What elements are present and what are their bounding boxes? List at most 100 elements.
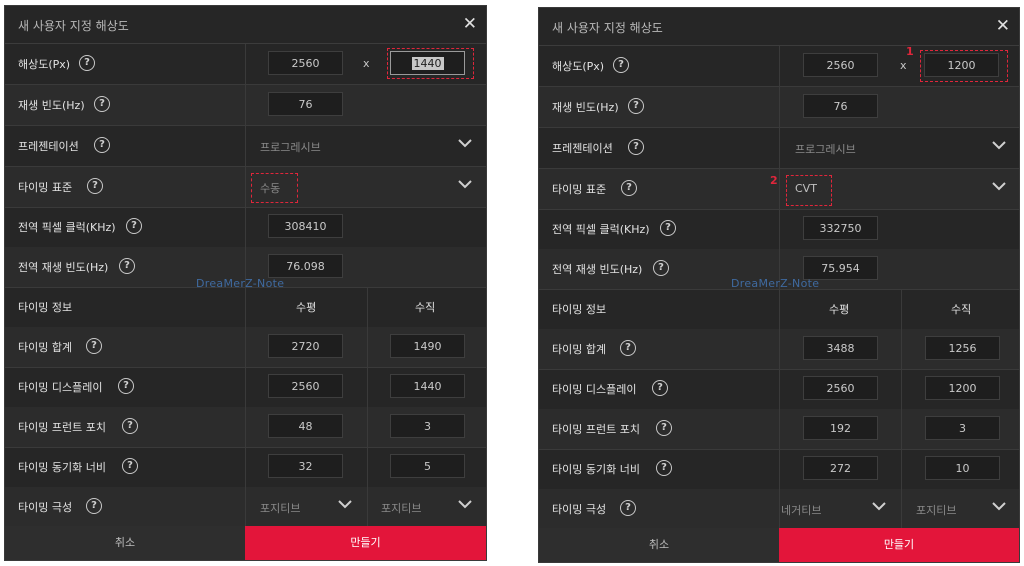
display-horizontal-input[interactable]: 2560 [803, 376, 878, 400]
cancel-button[interactable]: 취소 [5, 526, 245, 560]
timing-display-row: 타이밍 디스플레이 ? 2560 1200 [539, 369, 1019, 410]
help-icon[interactable]: ? [126, 218, 142, 234]
dialog-titlebar: 새 사용자 지정 해상도 ✕ [5, 6, 486, 44]
create-button[interactable]: 만들기 [245, 526, 486, 560]
times-sign: x [363, 57, 370, 70]
create-button[interactable]: 만들기 [779, 528, 1019, 562]
chevron-down-icon[interactable] [456, 134, 474, 152]
polarity-label: 타이밍 극성 [18, 501, 73, 514]
help-icon[interactable]: ? [87, 178, 103, 194]
help-icon[interactable]: ? [628, 98, 644, 114]
timing-info-label: 타이밍 정보 [18, 301, 73, 314]
annotation-box [251, 173, 298, 203]
vertical-header: 수직 [951, 303, 972, 316]
horizontal-header: 수평 [829, 303, 850, 316]
annotation-box [786, 175, 832, 206]
chevron-down-icon[interactable] [870, 497, 888, 515]
help-icon[interactable]: ? [653, 260, 669, 276]
front-porch-label: 타이밍 프런트 포치 [552, 423, 640, 436]
sync-width-vertical-input[interactable]: 5 [390, 454, 465, 478]
chevron-down-icon[interactable] [990, 497, 1008, 515]
sync-width-horizontal-input[interactable]: 272 [803, 456, 878, 480]
help-icon[interactable]: ? [119, 258, 135, 274]
global-refresh-row: 전역 재생 빈도(Hz) ? 75.954 DreaMerZ-Note [539, 249, 1019, 290]
timing-info-row: 타이밍 정보 수평 수직 [5, 287, 486, 328]
close-icon[interactable]: ✕ [996, 16, 1010, 36]
help-icon[interactable]: ? [621, 180, 637, 196]
help-icon[interactable]: ? [656, 420, 672, 436]
total-vertical-input[interactable]: 1490 [390, 334, 465, 358]
help-icon[interactable]: ? [613, 57, 629, 73]
refresh-input[interactable]: 76 [803, 94, 878, 118]
dialog-title: 새 사용자 지정 해상도 [18, 19, 129, 33]
total-vertical-input[interactable]: 1256 [925, 336, 1000, 360]
help-icon[interactable]: ? [94, 137, 110, 153]
chevron-down-icon[interactable] [456, 495, 474, 513]
help-icon[interactable]: ? [86, 338, 102, 354]
help-icon[interactable]: ? [122, 418, 138, 434]
presentation-row: 프레젠테이션 ? 프로그레시브 [5, 126, 486, 167]
front-porch-vertical-input[interactable]: 3 [390, 414, 465, 438]
polarity-horizontal-select[interactable]: 네거티브 [781, 502, 821, 518]
polarity-row: 타이밍 극성 ? 포지티브 포지티브 [5, 487, 486, 528]
timing-info-label: 타이밍 정보 [552, 303, 607, 316]
timing-display-row: 타이밍 디스플레이 ? 2560 1440 [5, 367, 486, 408]
help-icon[interactable]: ? [660, 220, 676, 236]
global-refresh-label: 전역 재생 빈도(Hz) [18, 261, 109, 274]
chevron-down-icon[interactable] [990, 136, 1008, 154]
chevron-down-icon[interactable] [456, 175, 474, 193]
presentation-select[interactable]: 프로그레시브 [260, 139, 321, 155]
help-icon[interactable]: ? [656, 460, 672, 476]
front-porch-row: 타이밍 프런트 포치 ? 48 3 [5, 407, 486, 448]
timing-info-row: 타이밍 정보 수평 수직 [539, 289, 1019, 330]
polarity-horizontal-select[interactable]: 포지티브 [260, 500, 300, 516]
timing-standard-row: 타이밍 표준 ? 2 CVT [539, 169, 1019, 210]
help-icon[interactable]: ? [652, 380, 668, 396]
timing-total-row: 타이밍 합계 ? 3488 1256 [539, 329, 1019, 370]
times-sign: x [900, 59, 907, 72]
polarity-vertical-select[interactable]: 포지티브 [381, 500, 421, 516]
total-horizontal-input[interactable]: 3488 [803, 336, 878, 360]
presentation-label: 프레젠테이션 [18, 140, 79, 153]
refresh-label: 재생 빈도(Hz) [552, 101, 619, 114]
display-vertical-input[interactable]: 1200 [925, 376, 1000, 400]
presentation-select[interactable]: 프로그레시브 [795, 141, 856, 157]
refresh-label: 재생 빈도(Hz) [18, 99, 85, 112]
display-horizontal-input[interactable]: 2560 [268, 374, 343, 398]
polarity-vertical-select[interactable]: 포지티브 [916, 502, 956, 518]
timing-total-label: 타이밍 합계 [552, 343, 607, 356]
help-icon[interactable]: ? [118, 378, 134, 394]
width-input[interactable]: 2560 [803, 53, 878, 77]
timing-standard-label: 타이밍 표준 [552, 183, 607, 196]
sync-width-vertical-input[interactable]: 10 [925, 456, 1000, 480]
sync-width-horizontal-input[interactable]: 32 [268, 454, 343, 478]
front-porch-horizontal-input[interactable]: 192 [803, 416, 878, 440]
chevron-down-icon[interactable] [336, 495, 354, 513]
annotation-box [387, 48, 474, 79]
front-porch-vertical-input[interactable]: 3 [925, 416, 1000, 440]
cancel-button[interactable]: 취소 [539, 528, 779, 562]
dialog-title: 새 사용자 지정 해상도 [552, 21, 663, 35]
help-icon[interactable]: ? [79, 55, 95, 71]
pixel-clock-input[interactable]: 332750 [803, 216, 878, 240]
global-refresh-input[interactable]: 76.098 [268, 254, 343, 278]
chevron-down-icon[interactable] [990, 177, 1008, 195]
custom-resolution-dialog-right: 새 사용자 지정 해상도 ✕ 해상도(Px) ? 2560 x 1 1200 재… [539, 8, 1019, 562]
total-horizontal-input[interactable]: 2720 [268, 334, 343, 358]
help-icon[interactable]: ? [620, 500, 636, 516]
refresh-input[interactable]: 76 [268, 92, 343, 116]
vertical-header: 수직 [415, 301, 436, 314]
timing-display-label: 타이밍 디스플레이 [18, 381, 103, 394]
sync-width-label: 타이밍 동기화 너비 [552, 463, 640, 476]
front-porch-horizontal-input[interactable]: 48 [268, 414, 343, 438]
help-icon[interactable]: ? [628, 139, 644, 155]
pixel-clock-input[interactable]: 308410 [268, 214, 343, 238]
global-refresh-row: 전역 재생 빈도(Hz) ? 76.098 DreaMerZ-Note [5, 247, 486, 290]
display-vertical-input[interactable]: 1440 [390, 374, 465, 398]
help-icon[interactable]: ? [86, 498, 102, 514]
help-icon[interactable]: ? [94, 96, 110, 112]
width-input[interactable]: 2560 [268, 51, 343, 75]
close-icon[interactable]: ✕ [463, 14, 477, 34]
help-icon[interactable]: ? [122, 458, 138, 474]
help-icon[interactable]: ? [620, 340, 636, 356]
